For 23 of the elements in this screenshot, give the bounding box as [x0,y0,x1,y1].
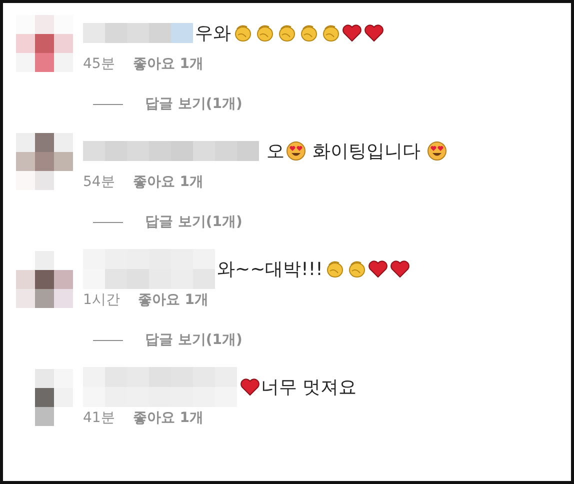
comment-text: 와~~대박!!! [217,258,323,281]
comment-text: 오 [266,140,285,163]
heart-eyes-face-icon [427,141,448,161]
view-replies-button[interactable]: 답글 보기(1개) [145,95,242,113]
heart-icon [364,24,384,42]
heart-icon [342,24,362,42]
comment-time: 41분 [83,409,115,427]
comment-time: 45분 [83,55,115,73]
comment-text: 화이팅입니다 [311,140,422,163]
heart-icon [390,260,410,278]
comment-time: 1시간 [83,291,120,309]
view-replies-button[interactable]: 답글 보기(1개) [145,213,242,231]
comment-time: 54분 [83,173,115,191]
heart-icon [368,260,388,278]
likes-button[interactable]: 좋아요 1개 [132,173,204,191]
view-replies-button[interactable]: 답글 보기(1개) [145,331,242,349]
comment-text: 우와 [195,22,231,45]
heart-icon [240,378,260,396]
heart-eyes-face-icon [286,141,306,161]
comment-text: 너무 멋져요 [261,376,357,399]
likes-button[interactable]: 좋아요 1개 [132,55,204,73]
likes-button[interactable]: 좋아요 1개 [132,409,204,427]
likes-button[interactable]: 좋아요 1개 [138,291,209,309]
